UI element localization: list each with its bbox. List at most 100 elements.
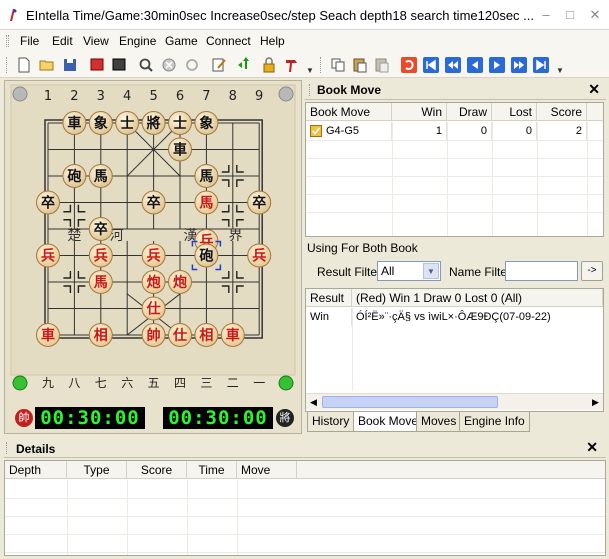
close-window-button[interactable]: ✕ bbox=[586, 7, 604, 23]
col-type[interactable]: Type bbox=[67, 461, 127, 479]
col-depth[interactable]: Depth bbox=[5, 461, 67, 479]
board-piece[interactable]: 相 bbox=[194, 323, 219, 347]
open-folder-icon[interactable] bbox=[38, 56, 56, 74]
xiangqi-board[interactable]: 123456789 九八七六五四三二一 楚河漢界 車象士將士象車砲馬馬卒卒卒馬卒… bbox=[5, 81, 301, 433]
board-piece[interactable]: 帥 bbox=[141, 323, 166, 347]
col-lost[interactable]: Lost bbox=[492, 103, 537, 121]
lock-icon[interactable] bbox=[260, 56, 278, 74]
col-time[interactable]: Time bbox=[187, 461, 237, 479]
col-result[interactable]: Result bbox=[306, 289, 352, 307]
col-draw[interactable]: Draw bbox=[447, 103, 492, 121]
corner-button-br[interactable] bbox=[278, 375, 294, 391]
toolbar-overflow-icon[interactable]: ▼ bbox=[306, 66, 314, 75]
edit-icon[interactable] bbox=[210, 56, 228, 74]
table-row[interactable]: G4-G5 1 0 0 2 bbox=[306, 122, 603, 140]
details-grip[interactable] bbox=[6, 442, 9, 454]
board-piece[interactable]: 象 bbox=[88, 111, 113, 135]
board-piece[interactable]: 士 bbox=[115, 111, 140, 135]
toolbar2-overflow-icon[interactable]: ▼ bbox=[556, 66, 564, 75]
scroll-left-icon[interactable]: ◀ bbox=[310, 397, 317, 408]
board-piece[interactable]: 相 bbox=[88, 323, 113, 347]
board-piece[interactable]: 馬 bbox=[194, 190, 219, 215]
black-board-icon[interactable] bbox=[110, 56, 128, 74]
board-piece[interactable]: 士 bbox=[168, 111, 192, 135]
maximize-button[interactable]: □ bbox=[561, 7, 579, 23]
panel-grip[interactable] bbox=[309, 84, 312, 96]
board-piece[interactable]: 將 bbox=[141, 111, 166, 135]
board-piece[interactable]: 象 bbox=[194, 111, 219, 135]
board-piece[interactable]: 車 bbox=[168, 137, 192, 162]
menu-file[interactable]: File bbox=[20, 34, 39, 48]
paste-special-icon[interactable] bbox=[373, 56, 391, 74]
hammer-icon[interactable] bbox=[283, 56, 301, 74]
search-icon[interactable] bbox=[137, 56, 155, 74]
next-fast-icon[interactable] bbox=[510, 56, 528, 74]
save-icon[interactable] bbox=[61, 56, 79, 74]
board-piece[interactable]: 卒 bbox=[36, 190, 60, 215]
toolbar2-grip[interactable] bbox=[320, 57, 323, 73]
col-book-move[interactable]: Book Move bbox=[306, 103, 392, 121]
apply-filter-button[interactable]: -> bbox=[581, 261, 603, 281]
prev-move-icon[interactable] bbox=[466, 56, 484, 74]
board-piece[interactable]: 仕 bbox=[141, 296, 166, 321]
menu-grip[interactable] bbox=[6, 35, 9, 47]
undo-icon[interactable] bbox=[400, 56, 418, 74]
menu-game[interactable]: Game bbox=[165, 34, 198, 48]
col-game-summary[interactable]: (Red) Win 1 Draw 0 Lost 0 (All) bbox=[352, 289, 603, 307]
close-book-panel-button[interactable]: ✕ bbox=[588, 81, 600, 98]
corner-button-tr[interactable] bbox=[278, 86, 294, 102]
move-icon[interactable] bbox=[237, 56, 255, 74]
scroll-right-icon[interactable]: ▶ bbox=[592, 397, 599, 408]
last-move-icon[interactable] bbox=[532, 56, 550, 74]
tab-history[interactable]: History bbox=[307, 412, 355, 432]
board-piece[interactable]: 車 bbox=[220, 323, 245, 347]
board-piece[interactable]: 馬 bbox=[194, 164, 219, 188]
board-piece[interactable]: 卒 bbox=[141, 190, 166, 215]
prev-fast-icon[interactable] bbox=[444, 56, 462, 74]
board-piece[interactable]: 馬 bbox=[88, 270, 113, 294]
new-file-icon[interactable] bbox=[15, 56, 33, 74]
board-piece[interactable]: 馬 bbox=[88, 164, 113, 188]
menu-connect[interactable]: Connect bbox=[206, 34, 251, 48]
board-piece[interactable]: 仕 bbox=[168, 323, 192, 347]
board-piece[interactable]: 卒 bbox=[88, 217, 113, 241]
board-piece[interactable]: 兵 bbox=[247, 243, 272, 268]
col-score[interactable]: Score bbox=[537, 103, 587, 121]
red-board-icon[interactable] bbox=[88, 56, 106, 74]
copy-icon[interactable] bbox=[329, 56, 347, 74]
board-piece[interactable]: 卒 bbox=[247, 190, 272, 215]
games-hscrollbar[interactable]: ◀ ▶ bbox=[306, 393, 603, 410]
col-win[interactable]: Win bbox=[392, 103, 447, 121]
result-filter-select[interactable]: All ▼ bbox=[377, 261, 441, 281]
next-move-icon[interactable] bbox=[488, 56, 506, 74]
board-piece[interactable]: 砲 bbox=[62, 164, 87, 188]
toolbar-grip[interactable] bbox=[6, 57, 9, 73]
scroll-thumb[interactable] bbox=[322, 396, 498, 408]
minimize-button[interactable]: – bbox=[537, 7, 555, 23]
col-score-details[interactable]: Score bbox=[127, 461, 187, 479]
col-move[interactable]: Move bbox=[237, 461, 297, 479]
board-piece[interactable]: 車 bbox=[36, 323, 60, 347]
checkbox-icon[interactable] bbox=[310, 125, 322, 137]
corner-button-tl[interactable] bbox=[12, 86, 28, 102]
board-piece[interactable]: 兵 bbox=[141, 243, 166, 268]
table-row[interactable]: Win ÓÍ²Ë»¨·çÄ§ vs ìwiL×·ÔÆ9ÐÇ(07-09-22) bbox=[306, 308, 603, 326]
stop-icon[interactable] bbox=[160, 56, 178, 74]
chevron-down-icon[interactable]: ▼ bbox=[423, 263, 439, 279]
refresh-icon[interactable] bbox=[183, 56, 201, 74]
close-details-button[interactable]: ✕ bbox=[586, 439, 598, 456]
board-piece[interactable]: 炮 bbox=[141, 270, 166, 294]
menu-edit[interactable]: Edit bbox=[52, 34, 73, 48]
first-move-icon[interactable] bbox=[422, 56, 440, 74]
board-piece[interactable]: 兵 bbox=[88, 243, 113, 268]
menu-engine[interactable]: Engine bbox=[119, 34, 156, 48]
board-piece[interactable]: 炮 bbox=[168, 270, 192, 294]
paste-icon[interactable] bbox=[351, 56, 369, 74]
board-piece[interactable]: 車 bbox=[62, 111, 87, 135]
tab-engine-info[interactable]: Engine Info bbox=[459, 412, 530, 432]
menu-view[interactable]: View bbox=[83, 34, 109, 48]
name-filter-input[interactable] bbox=[505, 261, 578, 281]
tab-book-move[interactable]: Book Move bbox=[353, 412, 424, 432]
corner-button-bl[interactable] bbox=[12, 375, 28, 391]
tab-moves[interactable]: Moves bbox=[416, 412, 462, 432]
